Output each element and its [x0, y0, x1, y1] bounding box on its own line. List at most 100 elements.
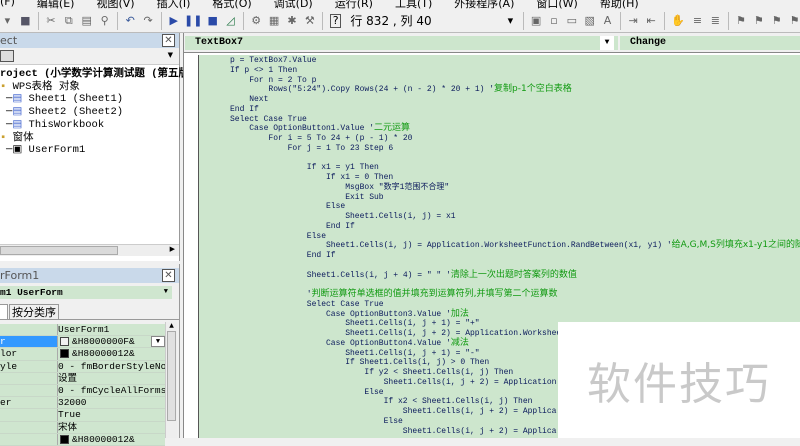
project-explorer-icon[interactable]: ⚙ [251, 14, 262, 28]
property-value[interactable]: 0 - fmCycleAllForms [58, 384, 165, 397]
tree-item-sheet2[interactable]: ─▤ Sheet2 (Sheet2) [0, 106, 179, 119]
property-value-text: &H8000000F& [72, 336, 135, 348]
chevron-down-icon[interactable]: ▼ [164, 286, 168, 299]
parameter-info-icon[interactable]: ▧ [584, 14, 595, 28]
menu-item[interactable]: 窗口(W) [536, 0, 577, 10]
menu-item[interactable]: 帮助(H) [600, 0, 639, 10]
object-browser-icon[interactable]: ✱ [287, 14, 298, 28]
next-bookmark-icon[interactable]: ⚑ [753, 14, 764, 28]
scrollbar-thumb[interactable] [167, 331, 176, 421]
property-value[interactable]: &H80000012& [58, 433, 165, 445]
property-row[interactable]: yle 0 - fmBorderStyleNo [0, 360, 165, 373]
property-row[interactable]: 0 - fmCycleAllForms [0, 384, 165, 398]
bookmark-icon[interactable]: ⚑ [736, 14, 747, 28]
horizontal-scrollbar[interactable]: ▶ [0, 244, 179, 256]
tree-project-root[interactable]: roject (小学数学计算测试题 (第五版 [0, 68, 189, 81]
list-properties-icon[interactable]: ▣ [531, 14, 542, 28]
pause-icon[interactable]: ❚❚ [184, 14, 202, 28]
chevron-down-icon[interactable]: ▼ [600, 36, 614, 50]
property-row[interactable]: er 32000 [0, 397, 165, 410]
menu-item[interactable]: 工具(T) [395, 0, 432, 10]
property-row[interactable]: UserForm1 [0, 324, 165, 337]
prev-bookmark-icon[interactable]: ⚑ [771, 14, 782, 28]
run-icon[interactable]: ▶ [168, 14, 179, 28]
property-name [0, 324, 58, 336]
menu-item[interactable]: (F) [0, 0, 15, 8]
procedure-dropdown[interactable]: Change [620, 36, 800, 50]
menu-item[interactable]: 编辑(E) [37, 0, 75, 10]
undo-icon[interactable]: ↶ [125, 14, 136, 28]
tab-categorized[interactable]: 按分类序 [9, 304, 59, 320]
clear-bookmarks-icon[interactable]: ⚑ [789, 14, 800, 28]
code-text: Case OptionButton1.Value ' [249, 124, 375, 134]
separator [663, 11, 665, 30]
code-text: p = TextBox7.Value [230, 56, 317, 65]
code-comment: 加法 [450, 308, 469, 319]
menu-item[interactable]: 插入(I) [157, 0, 191, 10]
tree-folder-forms[interactable]: ▪ 窗体 [0, 132, 179, 145]
comment-block-icon[interactable]: ≡ [692, 14, 703, 28]
vertical-scrollbar[interactable]: ▲ [165, 322, 177, 438]
property-value[interactable]: 0 - fmBorderStyleNo [58, 360, 165, 372]
cut-icon[interactable]: ✂ [46, 14, 57, 28]
toggle-breakpoint-icon[interactable]: ✋ [671, 14, 685, 28]
outdent-icon[interactable]: ⇤ [646, 14, 657, 28]
property-row[interactable]: True [0, 409, 165, 422]
property-row[interactable]: lor &H80000012& [0, 348, 165, 361]
redo-icon[interactable]: ↷ [143, 14, 154, 28]
property-name [0, 421, 58, 433]
dropdown-arrow-icon[interactable]: ▾ [505, 14, 516, 28]
tree-item-thisworkbook[interactable]: ─▤ ThisWorkbook [0, 119, 179, 132]
scrollbar-thumb[interactable] [0, 246, 118, 255]
close-icon[interactable]: ✕ [162, 34, 175, 47]
menu-item[interactable]: 格式(O) [212, 0, 251, 10]
property-row[interactable]: 设置 [0, 372, 165, 385]
stop-icon[interactable]: ■ [207, 14, 218, 28]
paste-icon[interactable]: ▤ [81, 14, 92, 28]
property-value[interactable]: &H8000000F& ▼ [58, 336, 165, 348]
menu-item[interactable]: 视图(V) [96, 0, 134, 10]
property-value[interactable]: 设置 [58, 372, 165, 384]
chevron-down-icon[interactable]: ▼ [151, 336, 165, 348]
toolbox-icon[interactable]: ⚒ [304, 14, 315, 28]
uncomment-block-icon[interactable]: ≣ [710, 14, 721, 28]
code-text: For n = 2 To p [249, 75, 317, 85]
property-value[interactable]: UserForm1 [58, 324, 165, 336]
scroll-up-icon[interactable]: ▲ [166, 322, 177, 329]
scroll-right-icon[interactable]: ▶ [170, 245, 175, 253]
property-value-text: &H80000012& [72, 433, 135, 445]
tab-alphabetic[interactable] [0, 304, 8, 320]
tree-item-userform1[interactable]: ─▣ UserForm1 [0, 144, 179, 157]
sheet-icon: ▤ [12, 106, 23, 119]
quick-info-icon[interactable]: ▭ [566, 14, 577, 28]
property-row[interactable]: &H80000012& [0, 433, 165, 446]
dropdown-arrow-icon[interactable]: ▾ [2, 14, 13, 28]
object-selector[interactable]: m1 UserForm ▼ [0, 286, 172, 299]
property-value[interactable]: True [58, 409, 165, 421]
design-mode-icon[interactable]: ◿ [225, 14, 236, 28]
object-dropdown[interactable]: TextBox7 ▼ [185, 36, 618, 50]
save-icon[interactable]: ■ [20, 14, 31, 28]
tree-folder-objects[interactable]: ▪ WPS表格 对象 [0, 81, 179, 94]
menu-item[interactable]: 外接程序(A) [454, 0, 514, 10]
help-icon[interactable]: ? [330, 13, 342, 28]
property-row[interactable]: 宋体 [0, 421, 165, 434]
tree-item-sheet1[interactable]: ─▤ Sheet1 (Sheet1) [0, 93, 179, 106]
list-constants-icon[interactable]: ▫ [548, 14, 559, 28]
properties-icon[interactable]: ▦ [269, 14, 280, 28]
property-row[interactable]: r &H8000000F& ▼ [0, 336, 165, 349]
property-value[interactable]: 32000 [58, 397, 165, 409]
menu-item[interactable]: 调试(D) [274, 0, 313, 10]
complete-word-icon[interactable]: A [602, 14, 613, 28]
menu-item[interactable]: 运行(R) [335, 0, 373, 10]
code-text: Sheet1.Cells(i, j) = x1 [345, 212, 456, 221]
code-text: End If [230, 104, 259, 114]
property-value[interactable]: &H80000012& [58, 348, 165, 360]
toggle-folders-icon[interactable] [0, 50, 14, 62]
close-icon[interactable]: ✕ [162, 269, 175, 282]
find-icon[interactable]: ⚲ [99, 14, 110, 28]
copy-icon[interactable]: ⧉ [63, 14, 74, 28]
indent-icon[interactable]: ⇥ [628, 14, 639, 28]
scroll-arrow-icon[interactable]: ▼ [168, 51, 173, 59]
property-value[interactable]: 宋体 [58, 421, 165, 433]
